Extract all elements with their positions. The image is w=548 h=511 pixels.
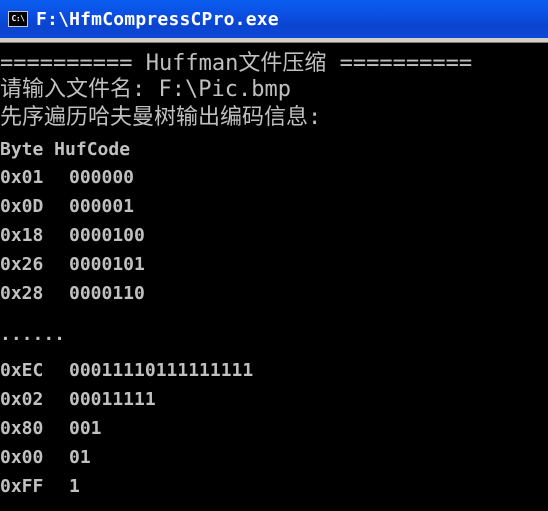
byte-cell: 0x00 [0, 447, 44, 468]
code-cell: 000000 [69, 167, 135, 188]
byte-cell: 0xFF [0, 476, 44, 497]
table-row: 0xFF 1 [0, 474, 80, 500]
byte-cell: 0x01 [0, 167, 44, 188]
byte-cell: 0x26 [0, 254, 44, 275]
console-output: ========== Huffman文件压缩 ========== 请输入文件名… [0, 48, 548, 511]
code-cell: 000001 [69, 196, 135, 217]
info-line: 先序遍历哈夫曼树输出编码信息: [0, 105, 322, 130]
code-cell: 0000110 [69, 283, 145, 304]
console-header: ========== Huffman文件压缩 ========== [0, 51, 473, 76]
table-row: 0x00 01 [0, 445, 91, 471]
code-cell: 00011110111111111 [69, 360, 254, 381]
byte-cell: 0x0D [0, 196, 44, 217]
code-cell: 00011111 [69, 389, 156, 410]
table-row: 0x28 0000110 [0, 281, 145, 307]
byte-cell: 0x28 [0, 283, 44, 304]
table-row: 0x26 0000101 [0, 252, 145, 278]
ellipsis-line: ...... [0, 324, 66, 345]
byte-cell: 0x18 [0, 225, 44, 246]
title-bar[interactable]: C:\ F:\HfmCompressCPro.exe [0, 0, 548, 38]
table-row: 0x0D 000001 [0, 194, 134, 220]
byte-cell: 0x80 [0, 418, 44, 439]
table-row: 0xEC 00011110111111111 [0, 358, 253, 384]
byte-cell: 0x02 [0, 389, 44, 410]
code-cell: 01 [69, 447, 91, 468]
table-row: 0x01 000000 [0, 165, 134, 191]
table-row: 0x02 00011111 [0, 387, 156, 413]
window-frame-edge [0, 38, 548, 43]
console-window: C:\ F:\HfmCompressCPro.exe ========== Hu… [0, 0, 548, 511]
column-headers: Byte HufCode [0, 139, 131, 160]
code-cell: 0000101 [69, 254, 145, 275]
code-cell: 1 [69, 476, 80, 497]
byte-cell: 0xEC [0, 360, 44, 381]
window-title: F:\HfmCompressCPro.exe [36, 8, 279, 30]
prompt-line: 请输入文件名: F:\Pic.bmp [0, 77, 291, 102]
table-row: 0x80 001 [0, 416, 102, 442]
code-cell: 001 [69, 418, 102, 439]
console-app-icon[interactable]: C:\ [8, 11, 28, 27]
code-cell: 0000100 [69, 225, 145, 246]
table-row: 0x18 0000100 [0, 223, 145, 249]
